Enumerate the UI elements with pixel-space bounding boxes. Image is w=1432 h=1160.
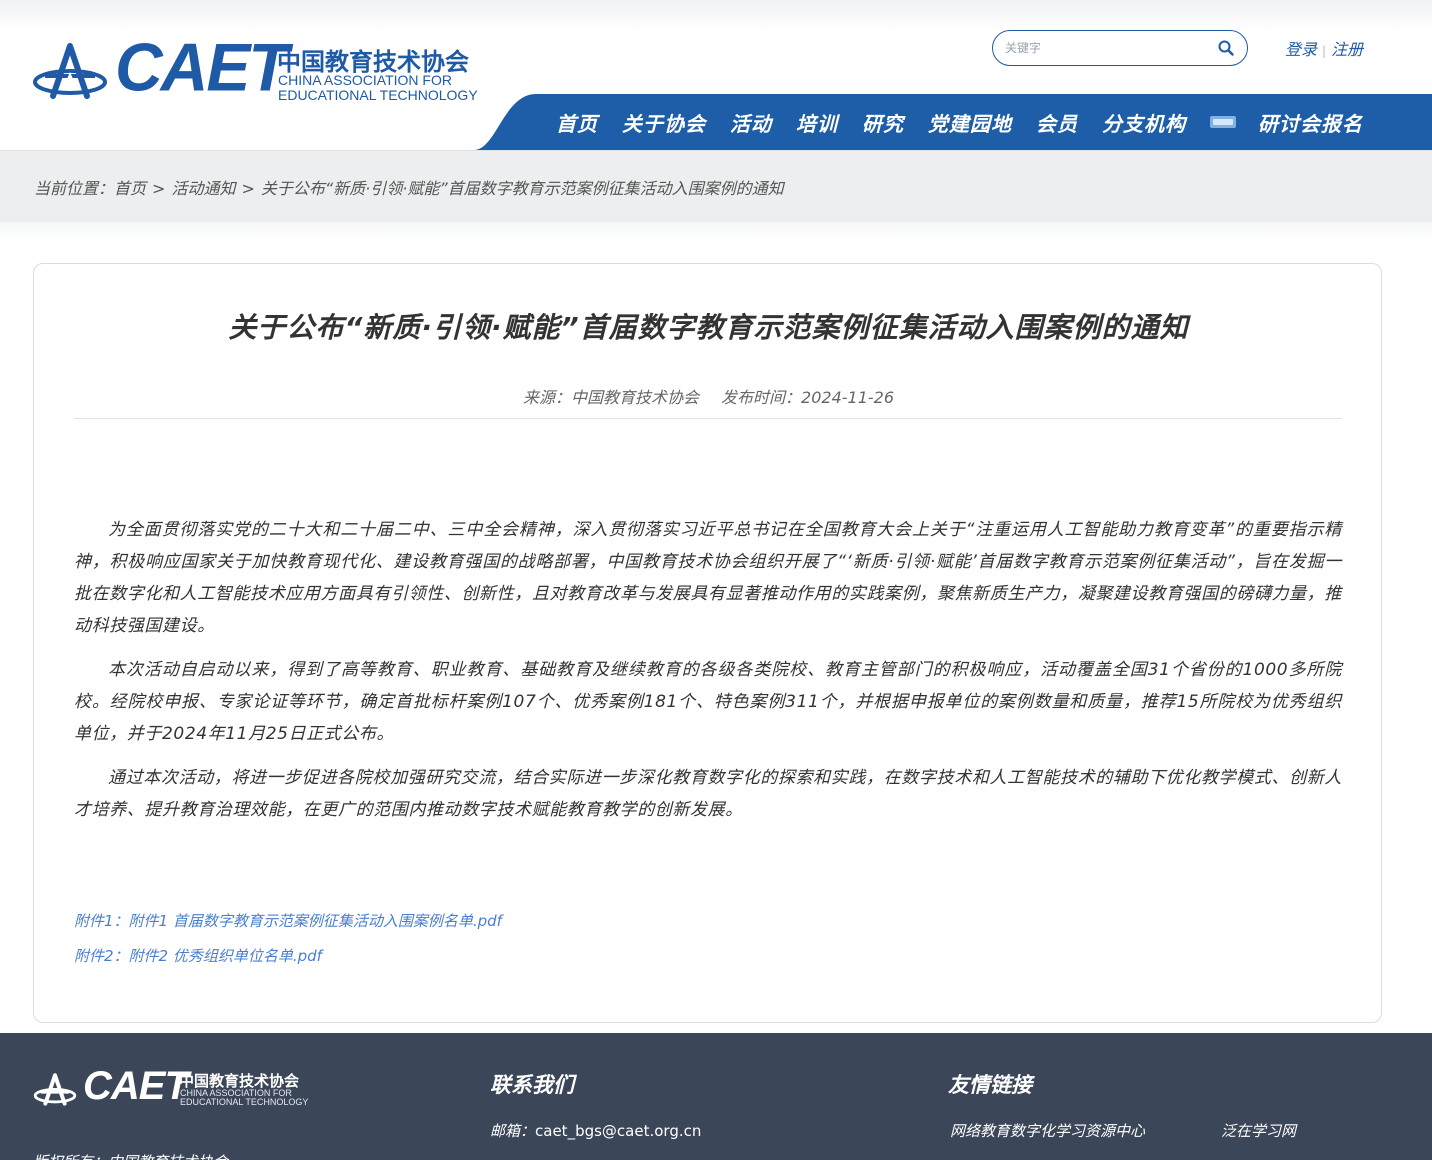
auth-separator: | bbox=[1322, 44, 1327, 58]
site-header: CAET 中国教育技术协会 CHINA ASSOCIATION FOR EDUC… bbox=[0, 0, 1432, 152]
article-card: 关于公布“新质·引领·赋能”首届数字教育示范案例征集活动入围案例的通知 来源：中… bbox=[33, 263, 1382, 1023]
caet-emblem-icon bbox=[33, 43, 107, 99]
nav-item-members[interactable]: 会员 bbox=[1036, 108, 1078, 137]
contact-heading: 联系我们 bbox=[490, 1073, 574, 1097]
site-footer: CAET 中国教育技术协会 CHINA ASSOCIATION FOR EDUC… bbox=[0, 1033, 1432, 1160]
caet-emblem-icon bbox=[33, 1073, 77, 1106]
nav-item-about[interactable]: 关于协会 bbox=[622, 108, 706, 137]
attachment-link-1[interactable]: 附件1：附件1 首届数字教育示范案例征集活动入围案例名单.pdf bbox=[74, 910, 502, 931]
search-box bbox=[992, 30, 1248, 66]
login-link[interactable]: 登录 bbox=[1285, 40, 1317, 59]
nav-items: 首页 关于协会 活动 培训 研究 党建园地 会员 分支机构 研讨会报名 bbox=[556, 94, 1387, 150]
nav-item-training[interactable]: 培训 bbox=[796, 108, 838, 137]
breadcrumb-shadow bbox=[0, 222, 1432, 240]
footer-logo-wordmark: CAET bbox=[83, 1064, 189, 1108]
breadcrumb-bar: 当前位置：首页 > 活动通知 > 关于公布“新质·引领·赋能”首届数字教育示范案例征集活… bbox=[0, 150, 1432, 222]
main-nav: 首页 关于协会 活动 培训 研究 党建园地 会员 分支机构 研讨会报名 bbox=[474, 94, 1432, 150]
footer-logo-english-line2: EDUCATIONAL TECHNOLOGY bbox=[180, 1097, 309, 1107]
article-title: 关于公布“新质·引领·赋能”首届数字教育示范案例征集活动入围案例的通知 bbox=[228, 311, 1189, 344]
breadcrumb-separator: > bbox=[152, 179, 166, 198]
breadcrumb-current: 关于公布“新质·引领·赋能”首届数字教育示范案例征集活动入围案例的通知 bbox=[260, 179, 784, 198]
email-address[interactable]: caet_bgs@caet.org.cn bbox=[535, 1122, 701, 1140]
attachment-filename: 附件2 优秀组织单位名单.pdf bbox=[128, 947, 322, 965]
logo-english-line2: EDUCATIONAL TECHNOLOGY bbox=[278, 87, 478, 103]
auth-links: 登录 | 注册 bbox=[1285, 36, 1363, 60]
nav-item-branches[interactable]: 分支机构 bbox=[1102, 108, 1186, 137]
contact-email: 邮箱：caet_bgs@caet.org.cn bbox=[490, 1120, 701, 1141]
article-source: 中国教育技术协会 bbox=[571, 388, 700, 407]
search-icon[interactable] bbox=[1217, 39, 1235, 57]
article-paragraph-1: 为全面贯彻落实党的二十大和二十届二中、三中全会精神，深入贯彻落实习近平总书记在全… bbox=[74, 520, 1342, 636]
search-input[interactable] bbox=[1005, 38, 1205, 58]
article-paragraph-3: 通过本次活动，将进一步促进各院校加强研究交流，结合实际进一步深化教育数字化的探索… bbox=[74, 768, 1342, 820]
friend-link-1[interactable]: 网络教育数字化学习资源中心 bbox=[950, 1120, 1145, 1141]
nav-item-activities[interactable]: 活动 bbox=[730, 108, 772, 137]
breadcrumb-activity-notices[interactable]: 活动通知 bbox=[171, 179, 235, 198]
logo-wordmark: CAET bbox=[115, 29, 289, 105]
nav-item-seminar-registration[interactable]: 研讨会报名 bbox=[1258, 108, 1363, 137]
attachment-filename: 附件1 首届数字教育示范案例征集活动入围案例名单.pdf bbox=[128, 912, 502, 930]
breadcrumb-prefix: 当前位置： bbox=[34, 179, 115, 198]
attachment-label: 附件2： bbox=[74, 947, 129, 965]
register-link[interactable]: 注册 bbox=[1331, 40, 1363, 59]
article-body: 为全面贯彻落实党的二十大和二十届二中、三中全会精神，深入贯彻落实习近平总书记在全… bbox=[74, 514, 1342, 838]
article-date: 2024-11-26 bbox=[801, 388, 895, 407]
nav-item-research[interactable]: 研究 bbox=[862, 108, 904, 137]
source-label: 来源： bbox=[522, 388, 571, 407]
breadcrumb-home[interactable]: 首页 bbox=[114, 179, 146, 198]
title-divider bbox=[74, 418, 1342, 419]
attachment-link-2[interactable]: 附件2：附件2 优秀组织单位名单.pdf bbox=[74, 945, 502, 966]
nav-item-home[interactable]: 首页 bbox=[556, 108, 598, 137]
new-badge-icon bbox=[1210, 116, 1236, 128]
friend-link-2[interactable]: 泛在学习网 bbox=[1221, 1120, 1296, 1141]
article-meta: 来源：中国教育技术协会 发布时间：2024-11-26 bbox=[34, 384, 1383, 408]
attachment-list: 附件1：附件1 首届数字教育示范案例征集活动入围案例名单.pdf 附件2：附件2… bbox=[74, 910, 502, 980]
email-label: 邮箱： bbox=[490, 1122, 536, 1140]
article-paragraph-2: 本次活动自启动以来，得到了高等教育、职业教育、基础教育及继续教育的各级各类院校、… bbox=[74, 660, 1342, 744]
footer-logo-english-name: CHINA ASSOCIATION FOR EDUCATIONAL TECHNO… bbox=[180, 1089, 308, 1107]
copyright-text: 版权所有：中国教育技术协会 bbox=[33, 1151, 228, 1160]
footer-logo[interactable]: CAET 中国教育技术协会 CHINA ASSOCIATION FOR EDUC… bbox=[33, 1064, 313, 1109]
logo-english-name: CHINA ASSOCIATION FOR EDUCATIONAL TECHNO… bbox=[278, 73, 478, 103]
date-label: 发布时间： bbox=[721, 388, 802, 407]
nav-item-party-building[interactable]: 党建园地 bbox=[928, 108, 1012, 137]
logo-english-line1: CHINA ASSOCIATION FOR bbox=[278, 72, 452, 88]
links-heading: 友情链接 bbox=[948, 1073, 1032, 1097]
breadcrumb-separator: > bbox=[241, 179, 255, 198]
attachment-label: 附件1： bbox=[74, 912, 129, 930]
breadcrumb: 当前位置：首页 > 活动通知 > 关于公布“新质·引领·赋能”首届数字教育示范案例征集活… bbox=[34, 175, 784, 199]
site-logo[interactable]: CAET 中国教育技术协会 CHINA ASSOCIATION FOR EDUC… bbox=[33, 33, 493, 106]
